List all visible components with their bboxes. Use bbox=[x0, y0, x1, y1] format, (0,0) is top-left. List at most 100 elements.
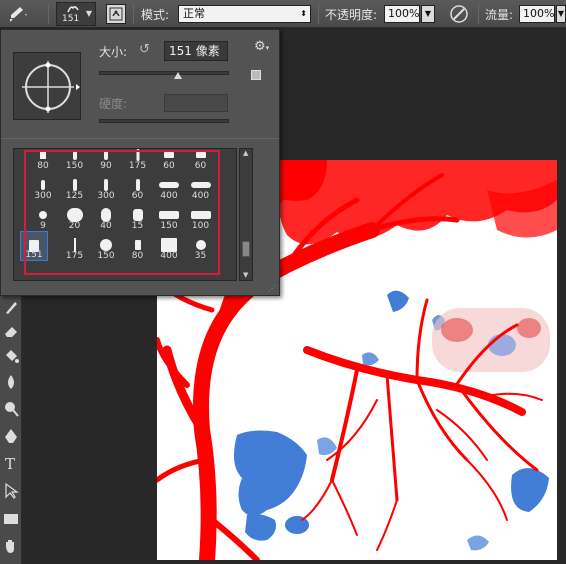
brush-size-label: 40 bbox=[100, 221, 112, 231]
history-brush-icon[interactable] bbox=[2, 298, 20, 316]
brush-size-label: 151 bbox=[25, 250, 43, 260]
type-icon[interactable]: T bbox=[2, 454, 20, 473]
new-preset-icon[interactable] bbox=[251, 70, 261, 80]
gear-icon[interactable]: ⚙▾ bbox=[254, 39, 269, 54]
brush-preset-cell[interactable]: 20 bbox=[60, 201, 90, 231]
brush-size-label: 80 bbox=[131, 251, 144, 261]
options-bar: 151 ▼ 模式: 正常 ⬍ 不透明度: 100% ▼ 流量: 100% ▼ bbox=[0, 0, 566, 28]
brush-tip-icon bbox=[41, 180, 45, 190]
brush-tip-icon bbox=[195, 152, 206, 158]
tree-canopy bbox=[257, 160, 557, 245]
brush-size-label: 400 bbox=[160, 251, 178, 261]
brush-preset-cell[interactable]: 300 bbox=[91, 171, 121, 201]
brush-preset-cell[interactable]: 15 bbox=[123, 201, 153, 231]
brush-preset-grid[interactable]: 80 150 90 175 60 60 300 125 300 60 400 400 9 20 40 15 15… bbox=[13, 148, 237, 281]
brush-size-label: 80 bbox=[37, 161, 49, 171]
brush-preset-cell[interactable]: 100 bbox=[186, 201, 216, 231]
brush-roundness-icon bbox=[22, 61, 80, 113]
brush-tip-icon bbox=[73, 238, 76, 252]
brush-preset-cell[interactable]: 300 bbox=[28, 171, 58, 201]
brush-size-label: 150 bbox=[97, 251, 115, 261]
brush-preset-cell[interactable]: 90 bbox=[91, 149, 121, 171]
brush-size-label: 60 bbox=[163, 161, 175, 171]
tools-panel: T bbox=[0, 290, 22, 564]
brush-size-label: 400 bbox=[191, 191, 210, 201]
brush-preset-cell[interactable]: 175 bbox=[60, 231, 90, 261]
brush-preset-cell[interactable]: 400 bbox=[186, 171, 216, 201]
hardness-label: 硬度: bbox=[99, 97, 128, 111]
brush-tip-icon bbox=[164, 152, 174, 158]
mode-select[interactable]: 正常 ⬍ bbox=[178, 5, 311, 23]
brush-tip-icon bbox=[104, 179, 108, 191]
brush-preset-cell[interactable]: 80 bbox=[28, 149, 58, 171]
brush-tip-icon bbox=[39, 211, 47, 219]
brush-preset-cell[interactable]: 400 bbox=[154, 171, 184, 201]
opacity-dropdown-button[interactable]: ▼ bbox=[421, 5, 435, 23]
dodge-icon[interactable] bbox=[2, 400, 20, 418]
size-input[interactable]: 151 像素 bbox=[164, 41, 228, 61]
brush-size-label: 15 bbox=[131, 221, 144, 231]
scroll-down-icon[interactable]: ▼ bbox=[243, 271, 248, 279]
paint-bucket-icon[interactable] bbox=[2, 347, 20, 365]
brush-preset-cell[interactable]: 9 bbox=[28, 201, 58, 231]
brush-preset-cell[interactable]: 35 bbox=[186, 231, 216, 261]
brush-preset-picker[interactable]: 151 ▼ bbox=[56, 2, 96, 26]
brush-preset-cell[interactable]: 400 bbox=[154, 231, 184, 261]
brush-preset-cell[interactable]: 151 bbox=[20, 231, 48, 261]
brush-tip-icon bbox=[40, 151, 46, 159]
brush-size-label: 150 bbox=[65, 161, 84, 171]
size-slider-thumb[interactable] bbox=[174, 72, 182, 79]
brush-tip-icon bbox=[66, 208, 83, 222]
preset-scrollbar[interactable]: ▲ ▼ bbox=[239, 148, 253, 281]
brush-tip-icon bbox=[159, 211, 179, 219]
brush-tip-icon bbox=[132, 209, 143, 221]
brush-size-label: 150 bbox=[160, 221, 178, 231]
eraser-icon[interactable] bbox=[2, 322, 20, 340]
brush-preset-cell[interactable]: 40 bbox=[91, 201, 121, 231]
brush-angle-preview[interactable] bbox=[13, 52, 81, 120]
brush-preset-cell[interactable]: 125 bbox=[60, 171, 90, 201]
hardness-slider bbox=[99, 119, 229, 123]
resize-grip-icon[interactable]: ⋰ bbox=[268, 284, 276, 293]
brush-preset-cell[interactable]: 150 bbox=[60, 149, 90, 171]
scroll-up-icon[interactable]: ▲ bbox=[243, 149, 248, 157]
brush-tip-icon bbox=[190, 211, 211, 219]
preset-cells: 80 150 90 175 60 60 300 125 300 60 400 400 9 20 40 15 15… bbox=[20, 149, 230, 280]
brush-size-label: 300 bbox=[97, 191, 115, 201]
opacity-label: 不透明度: bbox=[325, 8, 378, 22]
pressure-opacity-icon[interactable] bbox=[448, 4, 470, 24]
reset-size-icon[interactable]: ↺ bbox=[139, 42, 150, 57]
brush-tip-icon bbox=[134, 240, 141, 250]
brush-preset-panel: 大小: ↺ 151 像素 ⚙▾ 硬度: 80 150 90 175 60 60 300 125… bbox=[0, 29, 280, 296]
flow-dropdown-button[interactable]: ▼ bbox=[556, 5, 566, 23]
brush-panel-toggle-icon[interactable] bbox=[106, 4, 126, 24]
hand-icon[interactable] bbox=[2, 537, 20, 555]
brush-tip-icon bbox=[72, 179, 77, 191]
scroll-thumb[interactable] bbox=[242, 241, 250, 257]
size-slider[interactable] bbox=[99, 71, 229, 75]
opacity-input[interactable]: 100% bbox=[384, 5, 420, 23]
brush-preset-cell[interactable]: 150 bbox=[154, 201, 184, 231]
brush-size-label: 175 bbox=[65, 251, 84, 261]
brush-tip-icon bbox=[161, 238, 177, 252]
brush-preset-cell[interactable]: 60 bbox=[186, 149, 216, 171]
brush-size-label: 300 bbox=[34, 191, 52, 201]
brush-size-readout: 151 bbox=[62, 14, 80, 24]
rectangle-icon[interactable] bbox=[2, 510, 20, 528]
brush-tip-icon bbox=[100, 239, 112, 251]
brush-size-label: 90 bbox=[100, 161, 112, 171]
brush-preset-cell[interactable]: 60 bbox=[154, 149, 184, 171]
brush-preset-cell[interactable]: 80 bbox=[123, 231, 153, 261]
brush-size-label: 100 bbox=[191, 221, 210, 231]
brush-preset-cell[interactable]: 60 bbox=[123, 171, 153, 201]
brush-size-label: 175 bbox=[128, 161, 147, 171]
brush-preset-cell[interactable]: 150 bbox=[91, 231, 121, 261]
flow-input[interactable]: 100% bbox=[519, 5, 555, 23]
path-selection-icon[interactable] bbox=[2, 482, 20, 500]
hardness-input bbox=[164, 94, 228, 112]
brush-preset-cell[interactable]: 175 bbox=[123, 149, 153, 171]
brush-size-label: 60 bbox=[194, 161, 207, 171]
pen-icon[interactable] bbox=[2, 427, 20, 445]
blur-icon[interactable] bbox=[2, 373, 20, 391]
brush-tool-icon[interactable] bbox=[6, 5, 28, 23]
